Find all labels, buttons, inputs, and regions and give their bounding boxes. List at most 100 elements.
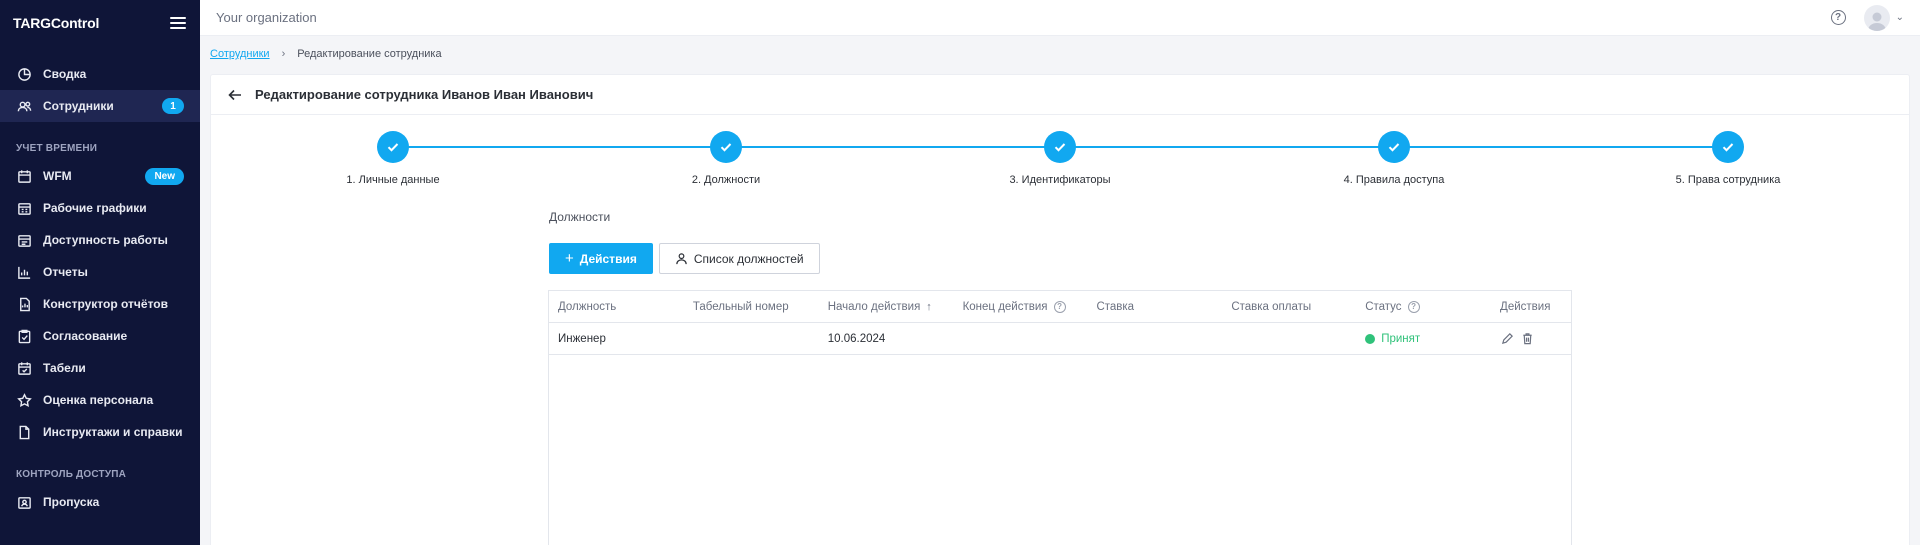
sidebar-item-schedules[interactable]: Рабочие графики: [0, 192, 200, 224]
column-header-label: Конец действия: [962, 300, 1048, 313]
step-identifiers[interactable]: 3. Идентификаторы: [980, 131, 1140, 186]
schedule-icon: [16, 200, 32, 216]
sidebar-item-instructions[interactable]: Инструктажи и справки: [0, 416, 200, 448]
sidebar-item-label: Пропуска: [43, 495, 100, 509]
column-header-end[interactable]: Конец действия?: [954, 300, 1088, 313]
app-logo: TARGControl: [13, 15, 100, 31]
positions-list-button[interactable]: Список должностей: [658, 243, 820, 274]
edit-employee-card: Редактирование сотрудника Иванов Иван Ив…: [210, 74, 1910, 545]
help-icon[interactable]: ?: [1830, 10, 1846, 25]
table-row[interactable]: Инженер 10.06.2024 Принят: [549, 323, 1571, 355]
sidebar-item-wfm[interactable]: WFM New: [0, 160, 200, 192]
delete-trash-icon[interactable]: [1520, 332, 1534, 346]
badge-icon: [16, 494, 32, 510]
check-icon[interactable]: [1044, 131, 1076, 163]
sidebar-section-time: УЧЕТ ВРЕМЕНИ: [16, 142, 98, 154]
check-icon[interactable]: [377, 131, 409, 163]
column-header-rate[interactable]: Ставка: [1087, 301, 1222, 313]
cell-position: Инженер: [558, 332, 606, 345]
topbar-actions: ? ⌄: [1830, 4, 1904, 31]
breadcrumb-link-employees[interactable]: Сотрудники: [210, 48, 270, 60]
column-header-status[interactable]: Статус?: [1356, 300, 1491, 313]
check-icon[interactable]: [710, 131, 742, 163]
sidebar-item-label: Конструктор отчётов: [43, 297, 168, 311]
sidebar: TARGControl Сводка Сотрудники 1 УЧЕТ ВРЕ…: [0, 0, 200, 545]
sidebar-nav-time: WFM New Рабочие графики Доступность рабо…: [0, 160, 200, 448]
sidebar-item-reports[interactable]: Отчеты: [0, 256, 200, 288]
status-badge: Принят: [1381, 332, 1421, 345]
calendar-icon: [16, 168, 32, 184]
check-icon[interactable]: [1712, 131, 1744, 163]
cell-status: Принят: [1356, 333, 1491, 345]
actions-button-label: Действия: [579, 251, 637, 266]
user-icon: [676, 253, 687, 265]
sidebar-item-report-builder[interactable]: Конструктор отчётов: [0, 288, 200, 320]
sidebar-item-label: Оценка персонала: [43, 393, 154, 407]
breadcrumb-current: Редактирование сотрудника: [297, 48, 442, 60]
step-access-rules[interactable]: 4. Правила доступа: [1314, 131, 1474, 186]
organization-name[interactable]: Your organization: [216, 10, 317, 25]
bar-chart-icon: [16, 264, 32, 280]
sidebar-item-label: Сотрудники: [43, 99, 114, 113]
actions-button[interactable]: + Действия: [549, 243, 653, 274]
chart-pie-icon: [16, 66, 32, 82]
step-label: 3. Идентификаторы: [1009, 174, 1111, 186]
edit-pencil-icon[interactable]: [1500, 332, 1514, 346]
column-header-actions: Действия: [1491, 301, 1571, 313]
approval-icon: [16, 328, 32, 344]
check-icon[interactable]: [1378, 131, 1410, 163]
sidebar-item-employees[interactable]: Сотрудники 1: [0, 90, 200, 122]
plus-icon: +: [565, 250, 574, 267]
timesheet-icon: [16, 360, 32, 376]
sidebar-item-approval[interactable]: Согласование: [0, 320, 200, 352]
sidebar-item-label: WFM: [43, 169, 72, 183]
chevron-down-icon[interactable]: ⌄: [1896, 12, 1904, 23]
page-scrollbar[interactable]: [1910, 74, 1920, 545]
column-header-start[interactable]: Начало действия ↑: [819, 301, 954, 313]
sidebar-item-label: Согласование: [43, 329, 128, 343]
table-header: Должность Табельный номер Начало действи…: [549, 291, 1571, 323]
step-label: 5. Права сотрудника: [1675, 174, 1781, 186]
step-personal-data[interactable]: 1. Личные данные: [313, 131, 473, 186]
cell-start: 10.06.2024: [827, 332, 886, 345]
column-header-tab-number[interactable]: Табельный номер: [684, 301, 819, 313]
new-badge: New: [145, 167, 184, 185]
column-header-label: Ставка оплаты: [1231, 300, 1312, 313]
help-icon[interactable]: ?: [1407, 300, 1420, 313]
users-icon: [16, 98, 32, 114]
page-title: Редактирование сотрудника Иванов Иван Ив…: [255, 87, 594, 102]
avatar[interactable]: [1863, 4, 1890, 31]
column-header-label: Статус: [1365, 300, 1402, 313]
step-label: 2. Должности: [691, 174, 761, 186]
sidebar-item-passes[interactable]: Пропуска: [0, 486, 200, 518]
help-icon[interactable]: ?: [1053, 300, 1066, 313]
positions-toolbar: + Действия Список должностей: [549, 243, 820, 274]
sidebar-item-timesheets[interactable]: Табели: [0, 352, 200, 384]
sidebar-item-evaluation[interactable]: Оценка персонала: [0, 384, 200, 416]
step-positions[interactable]: 2. Должности: [646, 131, 806, 186]
report-builder-icon: [16, 296, 32, 312]
menu-toggle-icon[interactable]: [170, 17, 186, 29]
topbar: Your organization ? ⌄: [200, 0, 1920, 36]
sidebar-item-label: Доступность работы: [43, 233, 168, 247]
sidebar-nav-main: Сводка Сотрудники 1: [0, 58, 200, 122]
sidebar-section-access: КОНТРОЛЬ ДОСТУПА: [16, 468, 127, 480]
user-menu[interactable]: ⌄: [1863, 4, 1904, 31]
column-header-label: Действия: [1500, 300, 1551, 313]
column-header-position[interactable]: Должность: [549, 301, 684, 313]
sidebar-item-label: Табели: [43, 361, 86, 375]
positions-table: Должность Табельный номер Начало действи…: [548, 290, 1572, 545]
step-label: 4. Правила доступа: [1343, 174, 1445, 186]
sidebar-item-label: Инструктажи и справки: [43, 425, 183, 439]
sidebar-header: TARGControl: [0, 0, 200, 46]
column-header-pay-rate[interactable]: Ставка оплаты: [1222, 301, 1356, 313]
sidebar-item-label: Рабочие графики: [43, 201, 147, 215]
breadcrumb: Сотрудники › Редактирование сотрудника: [210, 48, 442, 60]
card-header: Редактирование сотрудника Иванов Иван Ив…: [211, 75, 1909, 115]
sidebar-item-availability[interactable]: Доступность работы: [0, 224, 200, 256]
step-employee-rights[interactable]: 5. Права сотрудника: [1648, 131, 1808, 186]
arrow-left-icon[interactable]: [227, 87, 243, 103]
sort-arrow-up-icon[interactable]: ↑: [926, 301, 932, 313]
sidebar-item-summary[interactable]: Сводка: [0, 58, 200, 90]
column-header-label: Табельный номер: [692, 300, 789, 313]
